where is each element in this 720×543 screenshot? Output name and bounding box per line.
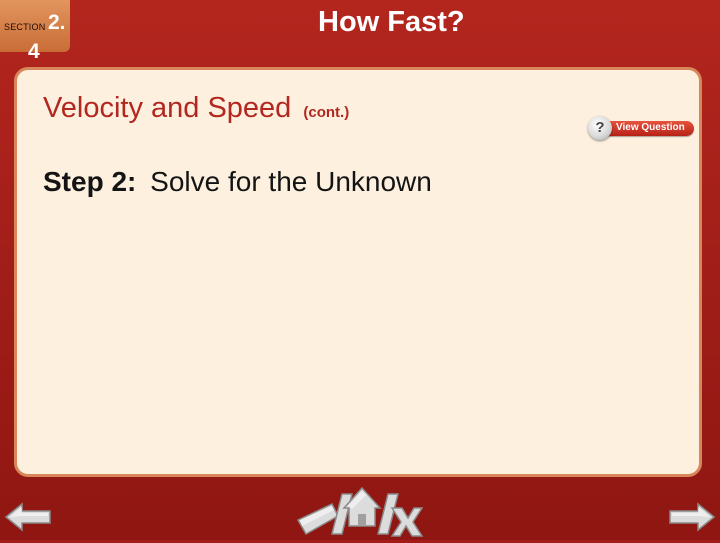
nav-center-icons bbox=[296, 486, 424, 537]
panel-title: Velocity and Speed (cont.) bbox=[43, 92, 349, 125]
section-number-major: 2. bbox=[48, 11, 66, 34]
step-text: Solve for the Unknown bbox=[150, 166, 432, 197]
exit-icon bbox=[390, 507, 424, 537]
panel-title-suffix: (cont.) bbox=[303, 104, 350, 121]
resources-icon bbox=[296, 503, 339, 536]
arrow-right-icon bbox=[669, 502, 716, 532]
view-question-label: View Question bbox=[616, 122, 685, 133]
step-label: Step 2: bbox=[43, 166, 137, 197]
section-number-minor: 4 bbox=[28, 40, 40, 63]
view-question-button[interactable]: View Question ? bbox=[588, 116, 696, 140]
section-badge: SECTION 2. 4 bbox=[0, 0, 70, 63]
slide-background: SECTION 2. 4 How Fast? Velocity and Spee… bbox=[0, 0, 720, 540]
panel-title-text: Velocity and Speed bbox=[43, 92, 292, 124]
step-line: Step 2: Solve for the Unknown bbox=[43, 166, 432, 198]
section-word: SECTION bbox=[4, 22, 46, 32]
question-mark-icon: ? bbox=[588, 116, 612, 140]
arrow-left-icon bbox=[4, 502, 51, 532]
center-navigation[interactable] bbox=[292, 482, 424, 538]
next-arrow-button[interactable] bbox=[666, 502, 716, 532]
back-arrow-button[interactable] bbox=[4, 502, 54, 532]
slide-title: How Fast? bbox=[318, 6, 465, 38]
